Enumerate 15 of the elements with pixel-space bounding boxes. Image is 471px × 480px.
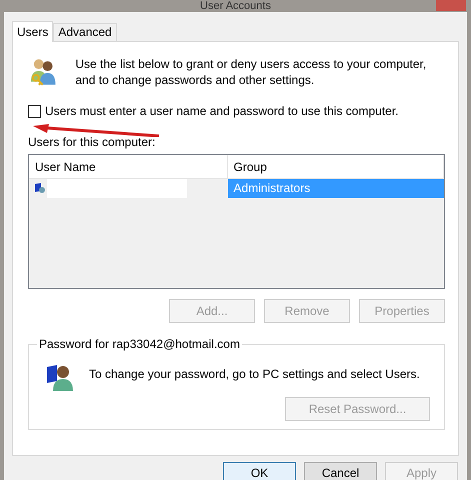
dialog-button[interactable]: Cancel [304,462,377,480]
user-icon [35,182,45,194]
window-title: User Accounts [200,1,271,12]
checkbox-label: Users must enter a user name and password to use this computer. [45,103,399,120]
column-header[interactable]: User Name [29,155,228,178]
checkbox[interactable] [28,104,41,118]
users-label: Users for this computer: [28,135,156,149]
password-text: To change your password, go to PC settings and select Users. [89,366,420,383]
dialog-button[interactable]: OK [223,462,296,480]
intro-text: Use the list below to grant or deny users access to your computer, and to change passwords and other settings. [75,56,428,88]
tab[interactable]: Users [12,21,54,42]
tab[interactable]: Advanced [53,23,117,41]
table-cell: Administrators [228,179,444,198]
column-header[interactable]: Group [228,155,444,178]
group-legend: Password for rap33042@hotmail.com [37,335,242,353]
